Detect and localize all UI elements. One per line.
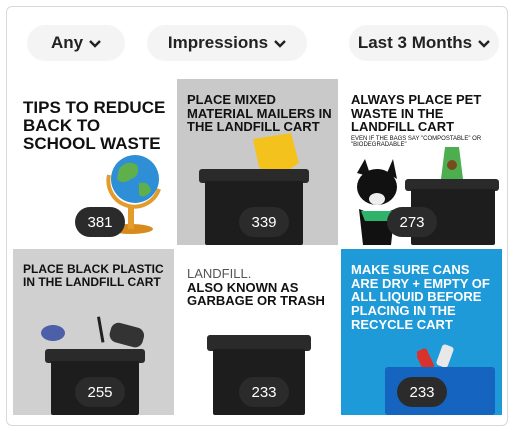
pin-tile[interactable]: LANDFILL. ALSO KNOWN AS GARBAGE OR TRASH… <box>177 249 338 415</box>
top-pins-grid: TIPS TO REDUCE BACK TO SCHOOL WASTE 381 … <box>13 79 502 425</box>
pins-analytics-panel: Any Impressions Last 3 Months TIPS TO RE… <box>6 6 508 426</box>
pin-tile[interactable]: ALWAYS PLACE PET WASTE IN THE LANDFILL C… <box>341 79 502 245</box>
pin-kicker: LANDFILL. <box>187 266 252 281</box>
pin-tile[interactable]: MAKE SURE CANS ARE DRY + EMPTY OF ALL LI… <box>341 249 502 415</box>
impressions-badge: 233 <box>239 377 289 407</box>
pin-tile[interactable]: TIPS TO REDUCE BACK TO SCHOOL WASTE 381 <box>13 79 174 245</box>
chevron-down-icon <box>478 35 490 51</box>
pin-title: MAKE SURE CANS ARE DRY + EMPTY OF ALL LI… <box>351 262 490 332</box>
metric-filter-label: Impressions <box>167 33 269 52</box>
date-range-filter[interactable]: Last 3 Months <box>349 25 499 61</box>
impressions-badge: 233 <box>397 377 447 407</box>
impressions-badge: 255 <box>75 377 125 407</box>
metric-filter[interactable]: Impressions <box>147 25 307 61</box>
pin-title: ALWAYS PLACE PET WASTE IN THE LANDFILL C… <box>351 93 496 149</box>
pin-subtitle: EVEN IF THE BAGS SAY "COMPOSTABLE" OR "B… <box>351 135 482 149</box>
chevron-down-icon <box>89 35 101 51</box>
pin-tile[interactable]: PLACE MIXED MATERIAL MAILERS IN THE LAND… <box>177 79 338 245</box>
pin-title: PLACE MIXED MATERIAL MAILERS IN THE LAND… <box>187 92 332 135</box>
pin-tile[interactable]: PLACE BLACK PLASTIC IN THE LANDFILL CART… <box>13 249 174 415</box>
impressions-badge: 273 <box>387 207 437 237</box>
impressions-badge: 381 <box>75 207 125 237</box>
filter-bar: Any Impressions Last 3 Months <box>7 7 507 79</box>
pin-title: PLACE BLACK PLASTIC IN THE LANDFILL CART <box>23 262 164 289</box>
impressions-badge: 339 <box>239 207 289 237</box>
content-type-filter-label: Any <box>50 33 84 52</box>
pet-waste-bag-icon <box>441 147 463 179</box>
date-range-filter-label: Last 3 Months <box>357 33 473 52</box>
black-plastic-icon <box>41 316 145 348</box>
content-type-filter[interactable]: Any <box>27 25 125 61</box>
pin-title: LANDFILL. ALSO KNOWN AS GARBAGE OR TRASH <box>187 267 332 308</box>
chevron-down-icon <box>274 35 286 51</box>
